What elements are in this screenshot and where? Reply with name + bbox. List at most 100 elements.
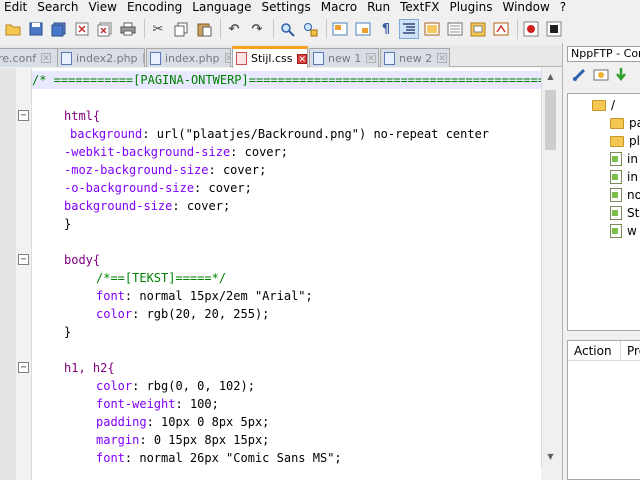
stop-record-icon[interactable] (544, 19, 564, 39)
find-icon[interactable] (277, 19, 297, 39)
copy-icon[interactable] (171, 19, 191, 39)
tree-item[interactable]: in (610, 168, 638, 186)
function-list-icon[interactable] (445, 19, 465, 39)
tab-new-2[interactable]: new 2 ✕ (380, 48, 450, 67)
menu-language[interactable]: Language (187, 0, 256, 15)
folder-workspace-icon[interactable] (468, 19, 488, 39)
close-tab-icon[interactable]: ✕ (437, 53, 447, 64)
close-all-icon[interactable] (95, 19, 115, 39)
transfer-queue: Action Pro (567, 340, 640, 480)
scroll-down-icon[interactable]: ▼ (542, 448, 559, 465)
cut-icon[interactable]: ✂ (148, 19, 168, 39)
tab-bar: re.conf ✕ index2.php ✕ index.php ✕ Stijl… (0, 45, 562, 68)
indent-guide-icon[interactable] (399, 19, 419, 39)
tab-index-php[interactable]: index.php ✕ (146, 48, 231, 67)
menu-view[interactable]: View (83, 0, 121, 15)
tree-item[interactable]: w (610, 222, 637, 240)
menu-settings[interactable]: Settings (257, 0, 316, 15)
code-editor[interactable]: /* ===========[PAGINA-ONTWERP]==========… (0, 68, 541, 480)
scroll-up-icon[interactable]: ▲ (542, 68, 559, 85)
remote-file-tree[interactable]: / pa pl in in no St w (567, 93, 640, 331)
vertical-scrollbar[interactable]: ▲ ▼ (541, 68, 558, 468)
tree-item[interactable]: pl (610, 132, 640, 150)
tab-label: re.conf (0, 51, 37, 65)
print-icon[interactable] (118, 19, 138, 39)
open-file-icon[interactable] (3, 19, 23, 39)
column-progress[interactable]: Pro (620, 341, 640, 360)
code-line: -moz-background-size: cover; (64, 163, 267, 177)
close-tab-icon[interactable]: ✕ (41, 53, 52, 64)
code-line: } (64, 217, 72, 231)
menu-encoding[interactable]: Encoding (122, 0, 187, 15)
menu-edit[interactable]: Edit (0, 0, 32, 15)
save-icon[interactable] (26, 19, 46, 39)
folder-icon (592, 99, 606, 111)
paste-icon[interactable] (194, 19, 214, 39)
file-icon (610, 170, 622, 184)
code-line: font: normal 26px "Comic Sans MS"; (96, 451, 342, 465)
monitor-icon[interactable] (491, 19, 511, 39)
panel-title: NppFTP - Conn (567, 46, 640, 62)
code-line: padding: 10px 0 8px 5px; (96, 415, 270, 429)
code-line: -o-background-size: cover; (64, 181, 252, 195)
close-tab-icon[interactable]: ✕ (297, 53, 307, 65)
tab-label: index2.php (76, 51, 138, 65)
menu-bar: Edit Search View Encoding Language Setti… (0, 0, 640, 15)
download-icon[interactable] (615, 67, 627, 87)
code-line: /* ===========[PAGINA-ONTWERP]==========… (32, 71, 541, 89)
fold-toggle[interactable]: − (18, 110, 29, 121)
code-line: -webkit-background-size: cover; (64, 145, 288, 159)
menu-textfx[interactable]: TextFX (395, 0, 444, 15)
fold-toggle[interactable]: − (18, 254, 29, 265)
tree-item[interactable]: no (610, 186, 640, 204)
code-line: h1, h2{ (64, 361, 115, 375)
toolbar-separator (326, 19, 327, 39)
close-tab-icon[interactable]: ✕ (224, 53, 230, 64)
code-line: body{ (64, 253, 101, 267)
toolbar: ✂ ↶ ↷ ¶ (0, 15, 640, 43)
code-line: html{ (64, 109, 101, 123)
close-tab-icon[interactable]: ✕ (142, 53, 144, 64)
settings-icon[interactable] (593, 67, 609, 87)
tab-label: new 1 (328, 51, 362, 65)
code-line: color: rbg(0, 0, 102); (96, 379, 255, 393)
line-number-margin (0, 68, 16, 480)
tree-item[interactable]: St (610, 204, 639, 222)
connect-icon[interactable] (571, 67, 587, 87)
queue-header: Action Pro (568, 341, 640, 361)
file-icon (610, 152, 622, 166)
tree-item[interactable]: pa (610, 114, 640, 132)
menu-search[interactable]: Search (32, 0, 83, 15)
zoom-out-icon[interactable] (353, 19, 373, 39)
redo-icon[interactable]: ↷ (247, 19, 267, 39)
file-icon (384, 51, 395, 65)
close-icon[interactable] (72, 19, 92, 39)
doc-map-icon[interactable] (422, 19, 442, 39)
code-line: } (64, 325, 72, 339)
tab-stijl-css[interactable]: Stijl.css ✕ (232, 46, 308, 68)
save-all-icon[interactable] (49, 19, 69, 39)
code-line: margin: 0 15px 8px 15px; (96, 433, 270, 447)
show-all-chars-icon[interactable]: ¶ (376, 19, 396, 39)
undo-icon[interactable]: ↶ (224, 19, 244, 39)
tree-item-root[interactable]: / (592, 96, 615, 114)
tab-label: Stijl.css (251, 52, 293, 65)
menu-help[interactable]: ? (555, 0, 571, 15)
menu-macro[interactable]: Macro (316, 0, 362, 15)
scrollbar-thumb[interactable] (545, 90, 556, 150)
column-action[interactable]: Action (568, 341, 620, 360)
tab-new-1[interactable]: new 1 ✕ (309, 48, 379, 67)
tab-index2-php[interactable]: index2.php ✕ (57, 48, 145, 67)
menu-plugins[interactable]: Plugins (444, 0, 497, 15)
tree-item[interactable]: in (610, 150, 638, 168)
close-tab-icon[interactable]: ✕ (366, 53, 376, 64)
file-icon (610, 206, 622, 220)
code-line: background: url("plaatjes/Backround.png"… (70, 127, 490, 141)
menu-run[interactable]: Run (362, 0, 395, 15)
menu-window[interactable]: Window (497, 0, 554, 15)
zoom-in-icon[interactable] (330, 19, 350, 39)
record-macro-icon[interactable] (521, 19, 541, 39)
fold-toggle[interactable]: − (18, 362, 29, 373)
replace-icon[interactable] (300, 19, 320, 39)
tab-re-conf[interactable]: re.conf ✕ (0, 48, 58, 67)
